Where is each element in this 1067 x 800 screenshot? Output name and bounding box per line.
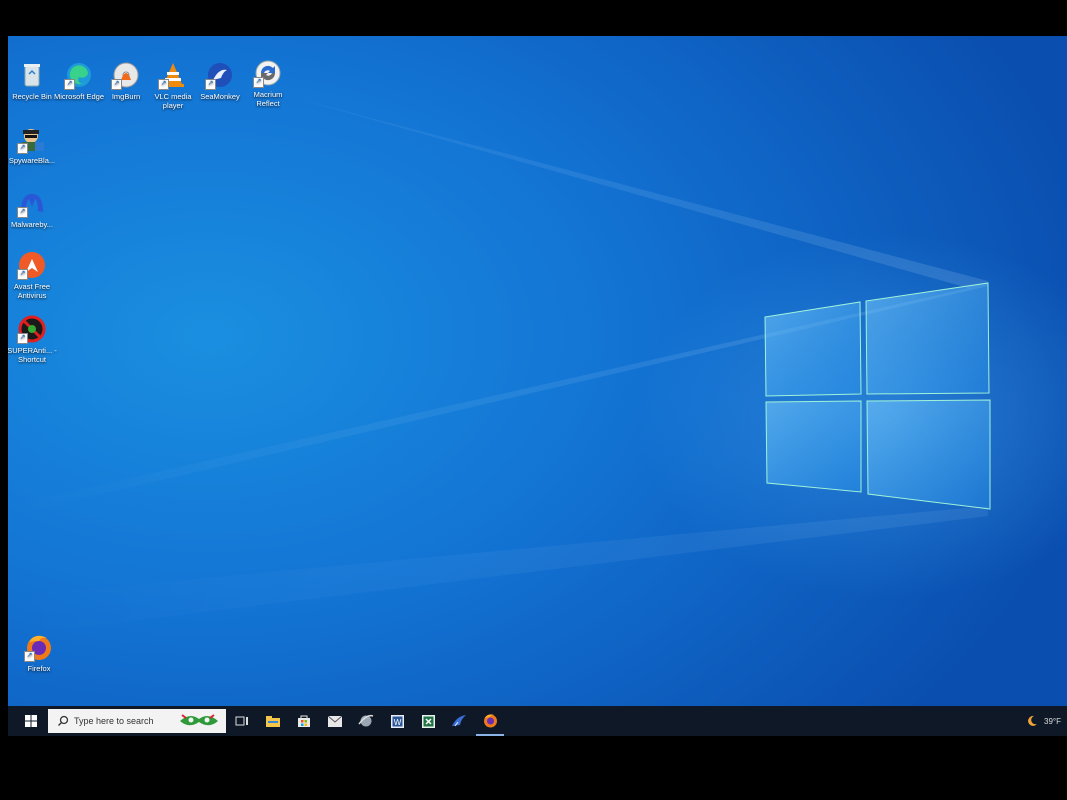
desktop-icon-microsoft-edge[interactable]: ↗ Microsoft Edge: [53, 60, 105, 101]
firefox-icon: [483, 713, 497, 727]
svg-text:W: W: [393, 718, 401, 727]
search-icon: [58, 715, 69, 726]
taskbar-word[interactable]: W: [383, 706, 411, 736]
store-icon: [298, 715, 310, 727]
task-view-icon: [235, 716, 248, 726]
windows-start-icon: [25, 715, 37, 727]
taskbar-search-box[interactable]: Type here to search: [48, 709, 226, 733]
recycle-bin-icon: [24, 64, 40, 87]
desktop-icon-recycle-bin[interactable]: Recycle Bin: [8, 60, 58, 101]
desktop-icon-vlc[interactable]: ↗ VLC media player: [147, 60, 199, 110]
excel-icon: [421, 714, 435, 728]
moon-icon: [1028, 715, 1037, 726]
taskbar: Type here to search W 39°F: [8, 706, 1067, 736]
taskbar-file-explorer[interactable]: [259, 706, 287, 736]
task-view-button[interactable]: [228, 706, 256, 736]
desktop-icon-label: VLC media player: [154, 92, 192, 110]
browser-icon: [358, 714, 374, 727]
desktop-icon-label: SUPERAnti... - Shortcut: [8, 346, 57, 364]
desktop-icon-label: Microsoft Edge: [53, 92, 105, 101]
taskbar-store[interactable]: [290, 706, 318, 736]
desktop-icon-seamonkey[interactable]: ↗ SeaMonkey: [194, 60, 246, 101]
desktop-icon-avast[interactable]: ↗ Avast Free Antivirus: [8, 250, 58, 300]
desktop-icon-spywareblaster[interactable]: ↗ SpywareBla...: [8, 124, 58, 165]
desktop-icon-label: Firefox: [27, 664, 51, 673]
taskbar-firefox[interactable]: [476, 706, 504, 736]
desktop-icon-label: Recycle Bin: [12, 92, 52, 101]
windows-logo-wallpaper: [8, 96, 991, 636]
taskbar-seamonkey[interactable]: [445, 706, 473, 736]
seamonkey-icon: [452, 715, 466, 727]
start-button[interactable]: [18, 706, 44, 736]
taskbar-excel[interactable]: [414, 706, 442, 736]
desktop-icon-imgburn[interactable]: ↗ ImgBurn: [100, 60, 152, 101]
desktop-icon-label: Malwareby...: [11, 220, 53, 229]
word-icon: W: [390, 714, 404, 728]
taskbar-mail[interactable]: [321, 706, 349, 736]
search-placeholder: Type here to search: [74, 716, 154, 726]
desktop-screen: Recycle Bin ↗ Microsoft Edge ↗ ImgBurn ↗…: [8, 36, 1067, 736]
mail-icon: [328, 715, 342, 727]
desktop-icon-firefox[interactable]: ↗ Firefox: [13, 632, 65, 673]
desktop-icon-label: Avast Free Antivirus: [13, 282, 51, 300]
file-explorer-icon: [266, 716, 280, 727]
desktop-icon-label: SpywareBla...: [8, 156, 56, 165]
desktop-icon-superantispyware[interactable]: ↗ SUPERAnti... - Shortcut: [8, 314, 58, 364]
search-highlight-mask-icon: [180, 714, 218, 726]
desktop-icon-label: Macrium Reflect: [253, 90, 283, 108]
weather-widget[interactable]: 39°F: [1026, 706, 1061, 736]
desktop-icon-label: SeaMonkey: [200, 92, 240, 101]
desktop-icon-malwarebytes[interactable]: ↗ Malwareby...: [8, 188, 58, 229]
taskbar-browser[interactable]: [352, 706, 380, 736]
desktop-icon-macrium-reflect[interactable]: ↗ Macrium Reflect: [242, 58, 294, 108]
desktop-icon-label: ImgBurn: [111, 92, 141, 101]
weather-temperature: 39°F: [1044, 716, 1061, 726]
